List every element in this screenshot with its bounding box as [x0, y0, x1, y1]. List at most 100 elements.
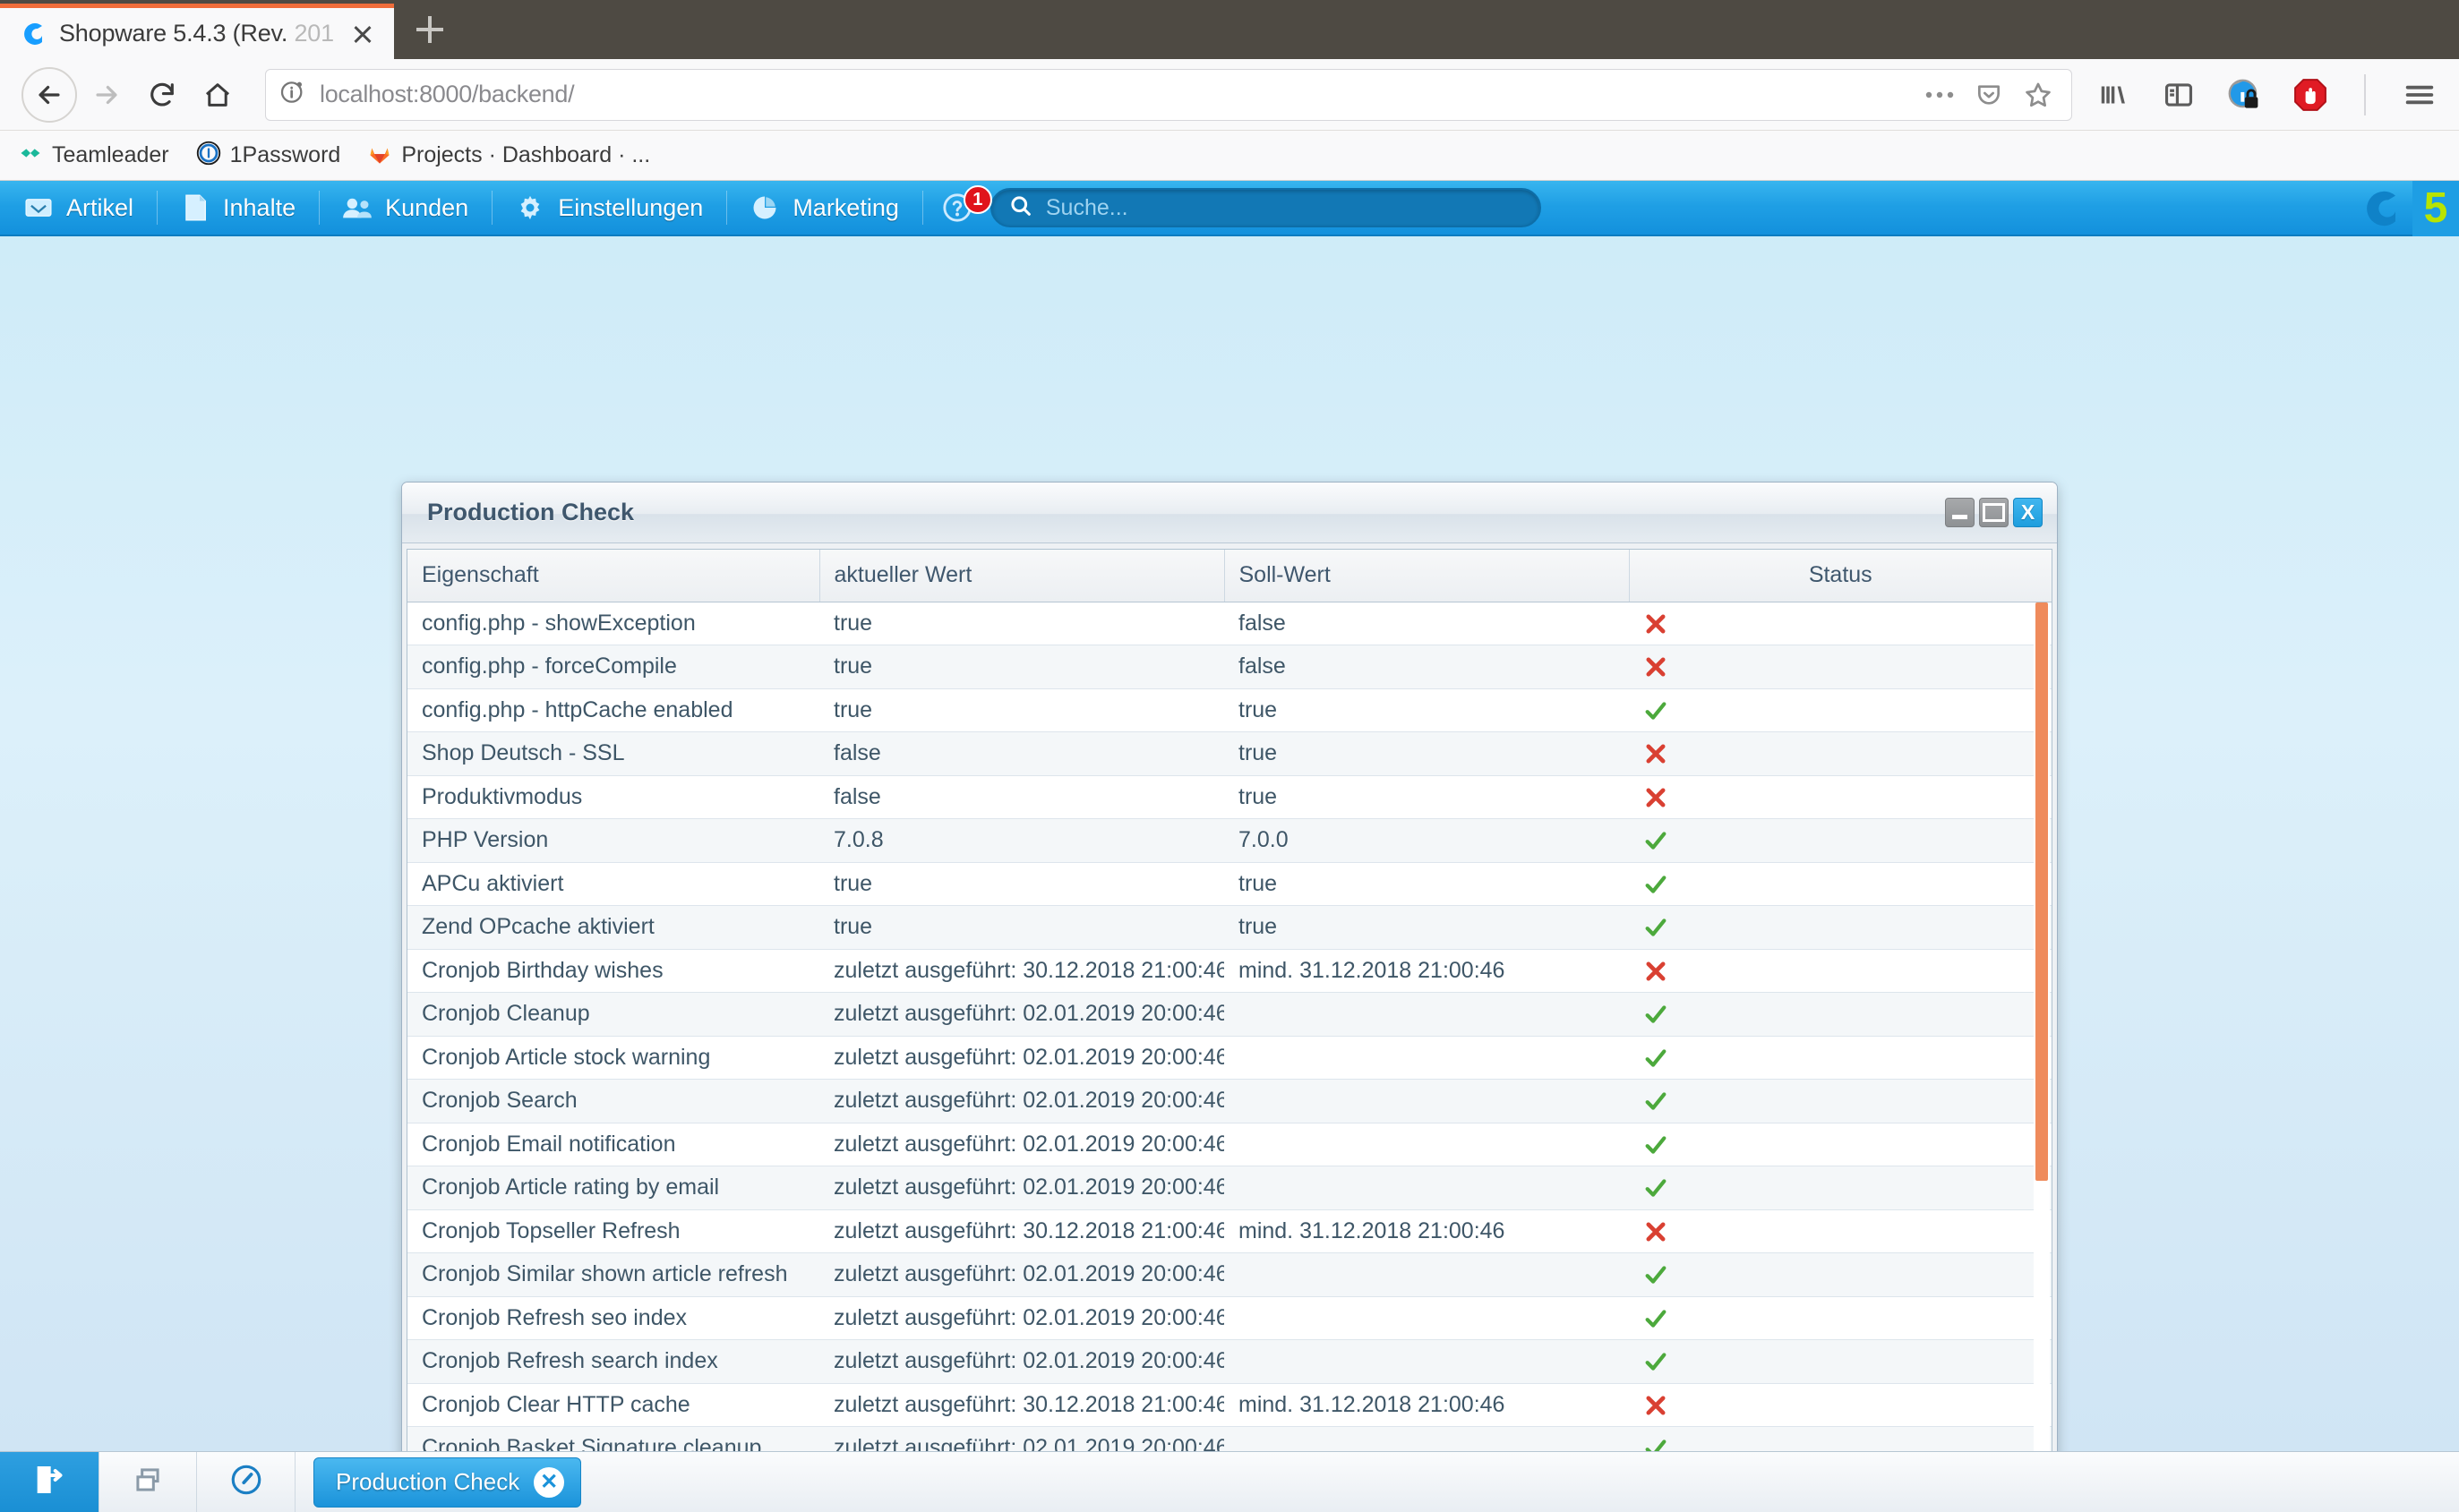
cell-property: Cronjob Article stock warning — [407, 1036, 819, 1080]
nav-label: Einstellungen — [558, 193, 704, 221]
users-icon — [342, 194, 373, 221]
version-badge: 5 — [2412, 181, 2459, 236]
status-fail-icon — [1643, 653, 1668, 679]
table-row[interactable]: Cronjob Search zuletzt ausgeführt: 02.01.… — [407, 1079, 2052, 1123]
table-row[interactable]: Cronjob Birthday wishes zuletzt ausgeführ… — [407, 949, 2052, 993]
cell-property: APCu aktiviert — [407, 862, 819, 906]
status-ok-icon — [1643, 1001, 1668, 1026]
hamburger-menu-icon[interactable] — [2402, 77, 2438, 113]
cell-property: Cronjob Email notification — [407, 1123, 819, 1166]
table-row[interactable]: Cronjob Cleanup zuletzt ausgeführt: 02.01… — [407, 992, 2052, 1037]
url-bar[interactable]: localhost:8000/backend/ — [265, 68, 2072, 121]
task-label: Production Check — [336, 1468, 520, 1495]
bookmark-1password[interactable]: 1Password — [196, 141, 340, 170]
table-row[interactable]: Produktivmodus false true — [407, 775, 2052, 819]
tab-close-icon[interactable] — [347, 19, 378, 49]
notification-badge[interactable]: 1 — [963, 185, 992, 214]
page-info-icon[interactable] — [278, 78, 307, 111]
table-row[interactable]: Cronjob Refresh search index zuletzt ausg… — [407, 1339, 2052, 1384]
cell-property: Produktivmodus — [407, 775, 819, 819]
window-list-button[interactable] — [99, 1452, 197, 1512]
home-icon[interactable] — [192, 69, 244, 121]
pie-chart-icon — [750, 194, 780, 221]
table-row[interactable]: Cronjob Article stock warning zuletzt aus… — [407, 1036, 2052, 1080]
search-input[interactable]: Suche... — [990, 188, 1541, 227]
windows-cascade-icon — [131, 1463, 165, 1501]
url-text[interactable]: localhost:8000/backend/ — [320, 81, 1912, 108]
bookmark-gitlab-projects[interactable]: Projects · Dashboard · ... — [367, 141, 650, 170]
cell-status — [1629, 862, 2052, 906]
bookmark-label: Projects · Dashboard · ... — [401, 142, 651, 167]
cell-status — [1629, 1079, 2052, 1123]
cell-target-value: false — [1224, 602, 1629, 645]
table-row[interactable]: Zend OPcache aktiviert true true — [407, 905, 2052, 950]
forward-arrow-icon[interactable] — [81, 69, 133, 121]
back-arrow-icon[interactable] — [21, 66, 77, 123]
cell-status — [1629, 602, 2052, 645]
cell-target-value: true — [1224, 688, 1629, 732]
nav-item-help[interactable]: 1 — [921, 181, 992, 235]
cell-status — [1629, 1296, 2052, 1340]
bookmark-star-icon[interactable] — [2023, 80, 2053, 110]
table-row[interactable]: config.php - forceCompile true false — [407, 645, 2052, 689]
dashboard-button[interactable] — [197, 1452, 296, 1512]
cell-status — [1629, 1123, 2052, 1166]
cell-property: config.php - forceCompile — [407, 645, 819, 689]
column-header-soll-wert[interactable]: Soll-Wert — [1224, 550, 1630, 602]
nav-item-kunden[interactable]: Kunden — [319, 181, 492, 235]
table-row[interactable]: Cronjob Clear HTTP cache zuletzt ausgefüh… — [407, 1383, 2052, 1427]
table-scrollbar-thumb[interactable] — [2035, 602, 2048, 1181]
table-row[interactable]: Cronjob Article rating by email zuletzt a… — [407, 1166, 2052, 1210]
bookmark-teamleader[interactable]: Teamleader — [18, 141, 169, 170]
library-icon[interactable] — [2097, 78, 2131, 112]
nav-item-inhalte[interactable]: Inhalte — [157, 181, 319, 235]
nav-item-einstellungen[interactable]: Einstellungen — [492, 181, 726, 235]
cell-status — [1629, 992, 2052, 1037]
table-row[interactable]: Cronjob Email notification zuletzt ausgef… — [407, 1123, 2052, 1166]
logout-button[interactable] — [0, 1452, 99, 1512]
cell-current-value: zuletzt ausgeführt: 30.12.2018 21:00:46 — [819, 1209, 1224, 1253]
reload-icon[interactable] — [136, 69, 188, 121]
minimize-button[interactable] — [1945, 498, 1975, 527]
cell-current-value: true — [819, 645, 1224, 689]
adblock-stop-hand-icon[interactable] — [2292, 77, 2328, 113]
cell-property: config.php - httpCache enabled — [407, 688, 819, 732]
privacy-lock-icon[interactable] — [2226, 77, 2262, 113]
table-row[interactable]: config.php - showException true false — [407, 602, 2052, 645]
table-row[interactable]: Cronjob Refresh seo index zuletzt ausgefü… — [407, 1296, 2052, 1340]
window-title: Production Check — [427, 499, 635, 525]
table-row[interactable]: Shop Deutsch - SSL false true — [407, 731, 2052, 776]
cell-property: Cronjob Clear HTTP cache — [407, 1383, 819, 1427]
pocket-icon[interactable] — [1975, 81, 2003, 109]
task-production-check[interactable]: Production Check ✕ — [313, 1456, 582, 1508]
maximize-button[interactable] — [1979, 498, 2009, 527]
shopware-taskbar: Production Check ✕ — [0, 1451, 2459, 1512]
table-row[interactable]: Cronjob Similar shown article refresh zul… — [407, 1252, 2052, 1297]
cell-current-value: zuletzt ausgeführt: 02.01.2019 20:00:46 — [819, 1296, 1224, 1340]
table-row[interactable]: Cronjob Topseller Refresh zuletzt ausgefü… — [407, 1209, 2052, 1253]
ellipsis-icon[interactable] — [1924, 90, 1955, 99]
column-header-eigenschaft[interactable]: Eigenschaft — [407, 550, 820, 602]
table-row[interactable]: config.php - httpCache enabled true true — [407, 688, 2052, 732]
cell-current-value: zuletzt ausgeführt: 02.01.2019 20:00:46 — [819, 1252, 1224, 1297]
window-title-bar[interactable]: Production Check X — [402, 483, 2057, 543]
box-icon — [23, 194, 54, 221]
sidebar-icon[interactable] — [2162, 78, 2196, 112]
table-scrollbar[interactable] — [2034, 602, 2050, 1512]
nav-item-artikel[interactable]: Artikel — [0, 181, 157, 235]
status-fail-icon — [1643, 958, 1668, 983]
cell-status — [1629, 949, 2052, 993]
close-button[interactable]: X — [2013, 498, 2043, 527]
nav-item-marketing[interactable]: Marketing — [726, 181, 922, 235]
status-fail-icon — [1643, 1218, 1668, 1243]
status-ok-icon — [1643, 1132, 1668, 1157]
status-ok-icon — [1643, 827, 1668, 852]
table-row[interactable]: PHP Version 7.0.8 7.0.0 — [407, 818, 2052, 863]
table-row[interactable]: APCu aktiviert true true — [407, 862, 2052, 906]
column-header-status[interactable]: Status — [1629, 550, 2052, 602]
browser-tab-shopware[interactable]: Shopware 5.4.3 (Rev. 201 — [0, 4, 394, 59]
cell-status — [1629, 731, 2052, 776]
column-header-aktueller-wert[interactable]: aktueller Wert — [819, 550, 1225, 602]
new-tab-button[interactable] — [394, 0, 466, 59]
task-close-icon[interactable]: ✕ — [534, 1466, 565, 1498]
